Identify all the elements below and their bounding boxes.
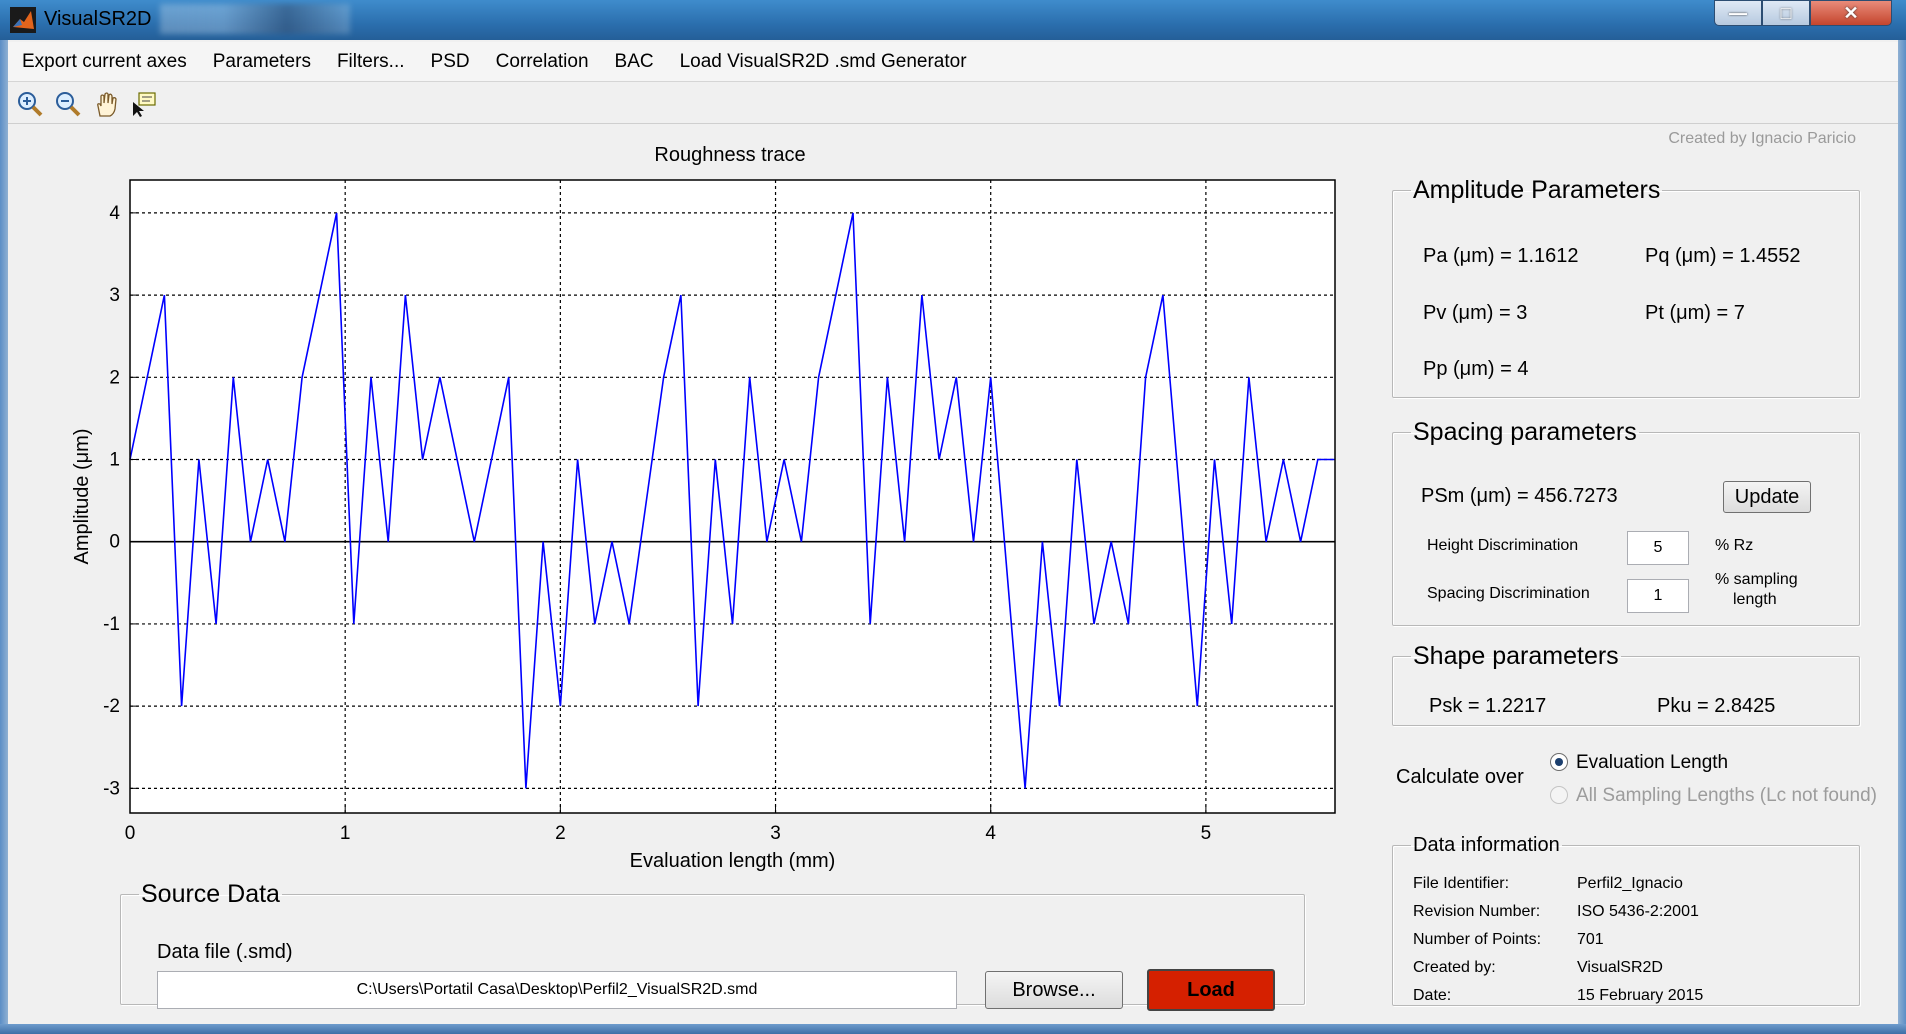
pan-button[interactable] [90,88,122,120]
maximize-button[interactable]: □ [1762,0,1810,26]
info-value-file-identifier: Perfil2_Ignacio [1577,875,1683,892]
evaluation-length-label[interactable]: Evaluation Length [1576,752,1728,774]
x-tick-label: 1 [340,823,351,844]
zoom-out-button[interactable] [52,88,84,120]
x-tick-label: 5 [1201,823,1212,844]
menu-bac[interactable]: BAC [602,51,667,73]
minimize-button[interactable]: — [1714,0,1762,26]
evaluation-length-radio[interactable] [1550,753,1568,771]
info-key-number-of-points: Number of Points: [1413,931,1542,948]
spacing-discrimination-field[interactable]: 1 [1627,579,1689,613]
info-key-file-identifier: File Identifier: [1413,875,1510,892]
info-key-created-by: Created by: [1413,959,1496,976]
shape-legend: Shape parameters [1413,642,1619,670]
zoom-in-icon [18,91,43,116]
spacing-discrimination-label: Spacing Discrimination [1427,585,1590,602]
menu-psd[interactable]: PSD [418,51,483,73]
menu-parameters[interactable]: Parameters [200,51,324,73]
matlab-icon [10,7,36,33]
info-key-revision-number: Revision Number: [1413,903,1541,920]
height-discrimination-unit: % Rz [1715,537,1754,554]
x-tick-label: 4 [985,823,996,844]
title-decoration [160,4,350,34]
source-data-legend: Source Data [141,880,280,908]
data-information-legend: Data information [1413,834,1560,856]
y-axis-label: Amplitude (μm) [71,429,93,565]
y-tick-label: 0 [109,532,120,553]
data-file-label: Data file (.smd) [157,941,293,963]
app-window: VisualSR2D — □ ✕ Export current axes Par… [0,0,1906,1034]
pq-value: Pq (μm) = 1.4552 [1645,245,1801,267]
y-tick-label: 3 [109,285,120,306]
calculate-over-label: Calculate over [1396,766,1524,788]
credit-text: Created by Ignacio Paricio [1668,130,1856,147]
y-tick-label: 2 [109,367,120,388]
title-bar[interactable]: VisualSR2D — □ ✕ [0,0,1906,40]
spacing-legend: Spacing parameters [1413,418,1637,446]
window-title: VisualSR2D [44,8,152,30]
window-border-bottom [0,1024,1906,1034]
window-border-right [1898,40,1906,1024]
close-icon: ✕ [1843,2,1859,23]
pan-hand-icon [97,91,117,117]
spacing-parameters-group: Spacing parameters PSm (μm) = 456.7273 U… [1392,418,1860,626]
psm-value: PSm (μm) = 456.7273 [1421,485,1618,507]
zoom-in-button[interactable] [14,88,46,120]
x-axis-label: Evaluation length (mm) [630,850,836,872]
info-value-revision-number: ISO 5436-2:2001 [1577,903,1699,920]
x-tick-label: 2 [555,823,566,844]
shape-parameters-group: Shape parameters Psk = 1.2217 Pku = 2.84… [1392,642,1860,726]
info-value-date: 15 February 2015 [1577,987,1704,1004]
psk-value: Psk = 1.2217 [1429,695,1547,717]
height-discrimination-label: Height Discrimination [1427,537,1579,554]
update-button[interactable]: Update [1723,481,1811,513]
y-tick-label: 4 [109,203,120,224]
plot-area [130,180,1335,813]
chart-title: Roughness trace [654,144,806,166]
height-discrimination-field[interactable]: 5 [1627,531,1689,565]
data-cursor-icon [133,91,156,117]
spacing-discrimination-unit-2: length [1733,591,1777,608]
y-tick-label: -3 [103,778,120,799]
source-data-group: Source Data Data file (.smd) C:\Users\Po… [120,880,1305,1011]
menu-export-axes[interactable]: Export current axes [8,51,200,73]
load-button[interactable]: Load [1147,969,1275,1011]
pp-value: Pp (μm) = 4 [1423,358,1529,380]
amplitude-legend: Amplitude Parameters [1413,176,1661,204]
x-tick-label: 3 [770,823,781,844]
menu-filters[interactable]: Filters... [324,51,418,73]
info-key-date: Date: [1413,987,1452,1004]
close-button[interactable]: ✕ [1810,0,1892,26]
x-tick-label: 0 [125,823,136,844]
menu-load-generator[interactable]: Load VisualSR2D .smd Generator [667,51,980,73]
pt-value: Pt (μm) = 7 [1645,302,1745,324]
y-tick-label: 1 [109,450,120,471]
data-information-group: Data information File Identifier: Perfil… [1392,834,1860,1006]
y-tick-label: -2 [103,696,120,717]
info-value-created-by: VisualSR2D [1577,959,1663,976]
browse-button[interactable]: Browse... [985,971,1123,1009]
pku-value: Pku = 2.8425 [1657,695,1776,717]
sampling-lengths-label[interactable]: All Sampling Lengths (Lc not found) [1576,785,1877,807]
file-path-field[interactable]: C:\Users\Portatil Casa\Desktop\Perfil2_V… [157,971,957,1009]
minimize-icon: — [1729,2,1747,23]
y-tick-label: -1 [103,614,120,635]
toolbar [8,84,1898,124]
amplitude-parameters-group: Amplitude Parameters Pa (μm) = 1.1612 Pq… [1392,176,1860,398]
zoom-out-icon [56,91,81,116]
maximize-icon: □ [1780,2,1792,23]
menu-bar: Export current axes Parameters Filters..… [8,42,1898,82]
roughness-chart[interactable]: 0 1 2 3 4 5 4 3 2 1 0 -1 -2 -3 Evaluation length (mm) A… [60,170,1350,880]
spacing-discrimination-unit: % sampling [1715,571,1798,588]
menu-correlation[interactable]: Correlation [483,51,602,73]
info-value-number-of-points: 701 [1577,931,1604,948]
pv-value: Pv (μm) = 3 [1423,302,1528,324]
sampling-lengths-radio[interactable] [1550,786,1568,804]
window-border-left [0,40,8,1024]
window-controls: — □ ✕ [1714,0,1892,26]
pa-value: Pa (μm) = 1.1612 [1423,245,1579,267]
data-cursor-button[interactable] [128,88,160,120]
